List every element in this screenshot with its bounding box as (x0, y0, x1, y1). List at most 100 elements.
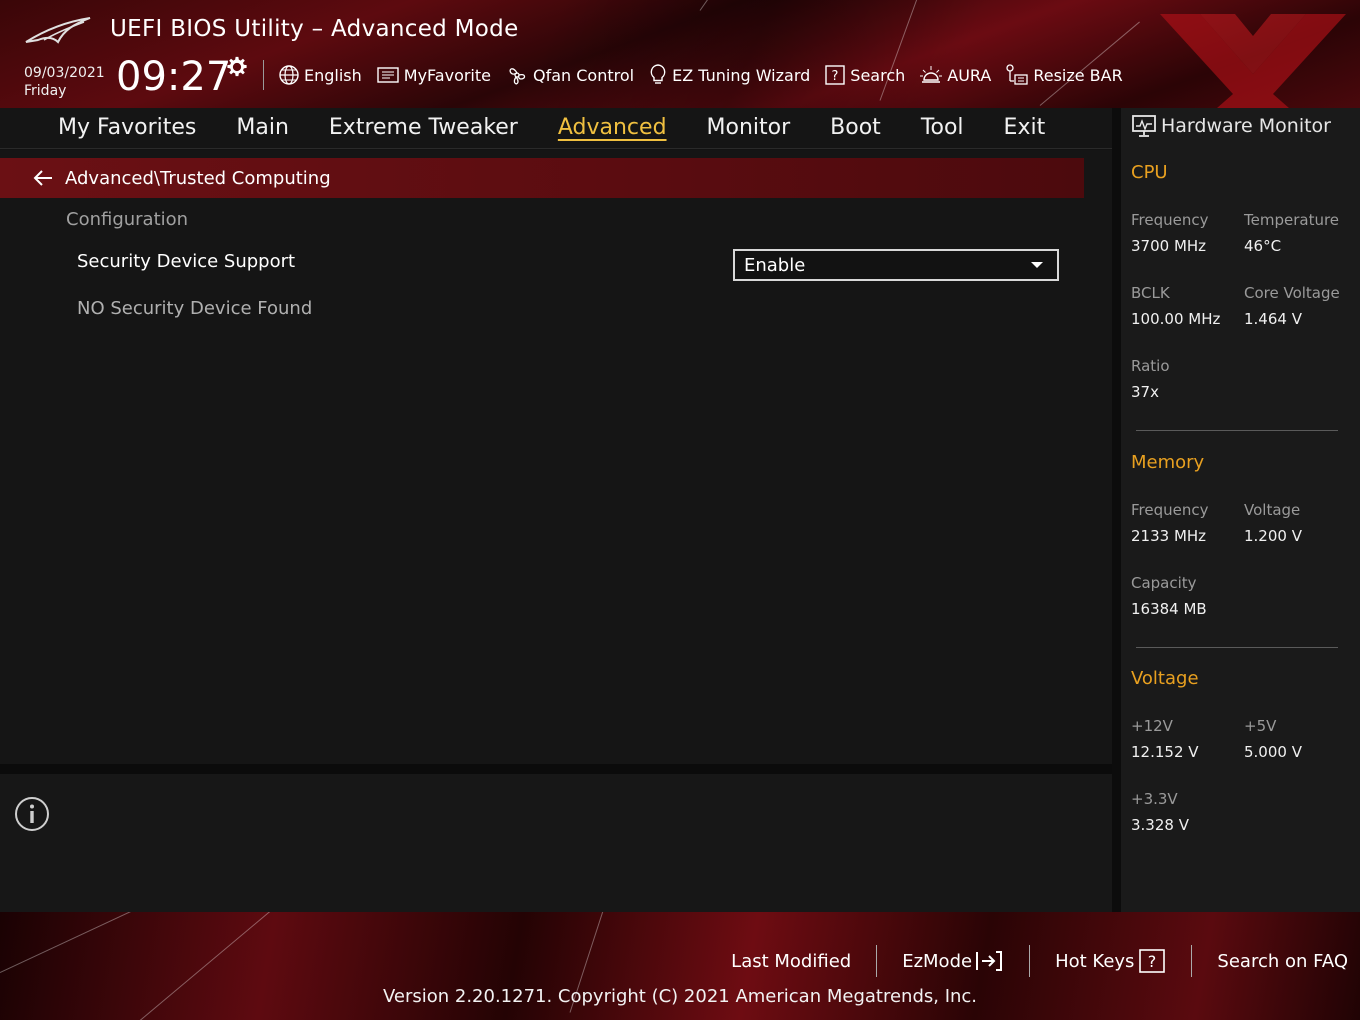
tab-boot[interactable]: Boot (810, 109, 901, 147)
hw-memory-capacity: 16384 MB (1131, 600, 1207, 618)
toolbar-myfavorite-label: MyFavorite (403, 65, 491, 85)
info-icon (15, 797, 49, 831)
day-text: Friday (24, 83, 67, 99)
date-text: 09/03/2021 (24, 65, 105, 81)
toolbar-resize-bar[interactable]: Resize BAR (1005, 63, 1123, 87)
footer-separator (1191, 945, 1193, 977)
hw-cpu-frequency-label: Frequency (1131, 211, 1209, 229)
version-text: Version 2.20.1271. Copyright (C) 2021 Am… (382, 986, 978, 1007)
monitor-icon (1132, 115, 1156, 137)
hw-divider (1136, 647, 1338, 648)
hw-voltage-12v: 12.152 V (1131, 743, 1199, 761)
tab-advanced[interactable]: Advanced (538, 109, 687, 147)
toolbar-search-label: Search (850, 65, 906, 85)
ezmode-label: EzMode (902, 950, 973, 972)
hw-cpu-title: CPU (1131, 162, 1168, 183)
hw-cpu-bclk: 100.00 MHz (1131, 310, 1221, 328)
hardware-monitor-panel: Hardware Monitor CPU Frequency 3700 MHz … (1121, 108, 1360, 912)
hw-cpu-bclk-label: BCLK (1131, 284, 1170, 302)
toolbar-search[interactable]: ? Search (824, 64, 905, 86)
gear-icon[interactable] (226, 56, 248, 78)
hw-title: Hardware Monitor (1161, 115, 1331, 137)
fan-icon (509, 68, 526, 85)
rog-logo-icon (25, 17, 91, 44)
toolbar-ez-tuning[interactable]: EZ Tuning Wizard (648, 63, 810, 87)
tab-exit[interactable]: Exit (984, 109, 1066, 147)
hw-memory-title: Memory (1131, 452, 1205, 473)
toolbar-resize-bar-label: Resize BAR (1033, 65, 1123, 85)
hot-keys-button[interactable]: Hot Keys ? (1055, 948, 1166, 974)
toolbar-aura[interactable]: AURA (919, 64, 991, 86)
breadcrumb: Advanced\Trusted Computing (65, 167, 331, 189)
footer-links: Last Modified EzMode Hot Keys ? Search o… (731, 945, 1348, 977)
hw-cpu-temperature: 46°C (1244, 237, 1282, 255)
hw-cpu-frequency: 3700 MHz (1131, 237, 1207, 255)
hw-memory-frequency-label: Frequency (1131, 501, 1209, 519)
toolbar-qfan-label: Qfan Control (533, 65, 635, 85)
main-content: Advanced\Trusted Computing Configuration… (0, 150, 1112, 764)
globe-icon (279, 65, 299, 85)
tab-extreme-tweaker[interactable]: Extreme Tweaker (309, 109, 538, 147)
back-arrow-icon[interactable] (33, 169, 53, 187)
security-device-support-select[interactable]: Enable (733, 249, 1059, 281)
ezmode-button[interactable]: EzMode (902, 950, 1004, 972)
tab-main[interactable]: Main (216, 109, 309, 147)
security-device-support-label[interactable]: Security Device Support (77, 251, 295, 272)
hw-memory-frequency: 2133 MHz (1131, 527, 1207, 545)
breadcrumb-bar: Advanced\Trusted Computing (0, 158, 1084, 198)
hw-voltage-12v-label: +12V (1131, 717, 1173, 735)
tab-my-favorites[interactable]: My Favorites (38, 109, 216, 147)
help-question-icon: ? (1139, 949, 1166, 973)
hw-cpu-core-voltage: 1.464 V (1244, 310, 1302, 328)
hot-keys-label: Hot Keys (1055, 950, 1135, 972)
toolbar-qfan[interactable]: Qfan Control (505, 64, 634, 86)
hw-voltage-title: Voltage (1131, 668, 1199, 689)
svg-text:?: ? (832, 69, 839, 84)
date-display: 09/03/2021 Friday (24, 64, 105, 100)
hw-gap (1112, 108, 1121, 912)
header-bar: UEFI BIOS Utility – Advanced Mode 09/03/… (0, 0, 1360, 108)
panel-divider (0, 764, 1112, 774)
toolbar-ez-tuning-label: EZ Tuning Wizard (672, 65, 811, 85)
hw-voltage-5v-label: +5V (1244, 717, 1277, 735)
hw-voltage-33v: 3.328 V (1131, 816, 1189, 834)
section-title: Configuration (66, 209, 189, 230)
last-modified-button[interactable]: Last Modified (731, 951, 851, 972)
footer-separator (1029, 945, 1031, 977)
app-title: UEFI BIOS Utility – Advanced Mode (110, 16, 519, 42)
footer-separator (876, 945, 878, 977)
brand-x-mark-icon (1160, 14, 1346, 108)
main-menu: My Favorites Main Extreme Tweaker Advanc… (0, 108, 1112, 149)
tab-tool[interactable]: Tool (901, 109, 984, 147)
hw-voltage-33v-label: +3.3V (1131, 790, 1178, 808)
hw-memory-voltage: 1.200 V (1244, 527, 1302, 545)
help-search-icon: ? (825, 65, 845, 85)
svg-text:?: ? (1148, 952, 1157, 971)
toolbar-myfavorite[interactable]: MyFavorite (376, 65, 491, 85)
toolbar: English MyFavorite Qfan Control EZ Tunin… (278, 62, 1137, 88)
hw-cpu-ratio-label: Ratio (1131, 357, 1170, 375)
hw-divider (1136, 430, 1338, 431)
toolbar-aura-label: AURA (947, 65, 992, 85)
hw-cpu-ratio: 37x (1131, 383, 1159, 401)
footer-bar: Last Modified EzMode Hot Keys ? Search o… (0, 912, 1360, 1020)
security-device-status: NO Security Device Found (77, 298, 313, 319)
resize-bar-icon (1006, 64, 1028, 85)
hw-voltage-5v: 5.000 V (1244, 743, 1302, 761)
lightbulb-icon (650, 64, 666, 84)
toolbar-language[interactable]: English (278, 64, 362, 86)
clock-display: 09:27 (116, 54, 232, 100)
favorite-list-icon (377, 67, 399, 83)
help-info-panel (0, 774, 1112, 912)
hw-memory-capacity-label: Capacity (1131, 574, 1197, 592)
caret-down-icon (1031, 262, 1043, 268)
header-separator (263, 60, 264, 90)
select-value: Enable (744, 254, 806, 276)
hw-cpu-core-voltage-label: Core Voltage (1244, 284, 1340, 302)
hw-cpu-temperature-label: Temperature (1244, 211, 1340, 229)
hw-memory-voltage-label: Voltage (1244, 501, 1301, 519)
search-faq-button[interactable]: Search on FAQ (1217, 951, 1348, 972)
exit-to-ezmode-icon (976, 951, 1003, 971)
aura-light-icon (920, 66, 943, 83)
tab-monitor[interactable]: Monitor (687, 109, 811, 147)
